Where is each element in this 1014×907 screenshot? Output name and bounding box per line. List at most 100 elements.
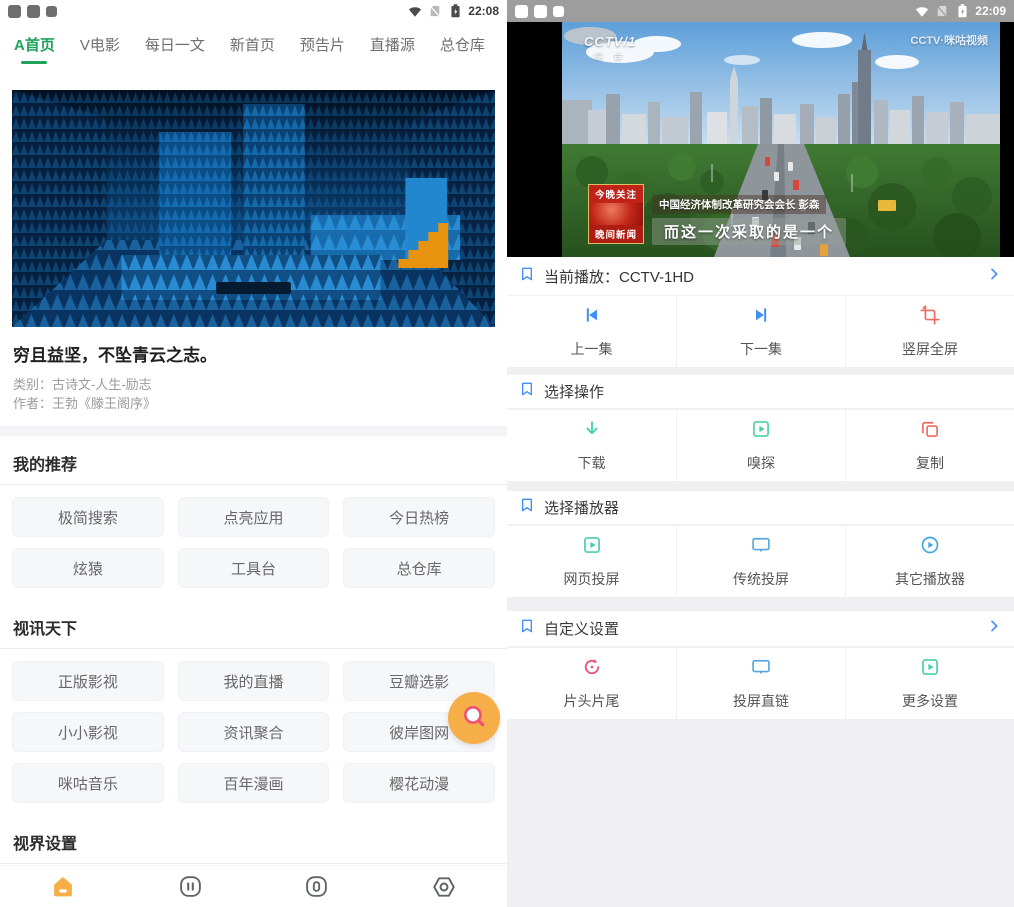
next-episode-button[interactable]: 下一集	[676, 296, 845, 367]
hero-image[interactable]	[12, 90, 495, 327]
article-author: 作者：王勃《滕王阁序》	[13, 394, 494, 413]
sniff-button[interactable]: 嗅探	[676, 410, 845, 481]
now-playing-row[interactable]: 当前播放：CCTV-1HD	[507, 257, 1014, 295]
shortcut-button[interactable]: 工具台	[178, 548, 330, 588]
article-title: 穷且益坚，不坠青云之志。	[0, 341, 507, 366]
home-icon[interactable]	[50, 874, 76, 900]
shortcut-button[interactable]: 炫猿	[12, 548, 164, 588]
section-divider	[0, 426, 507, 436]
notification-app-icon	[27, 5, 40, 18]
clock-text: 22:09	[975, 4, 1006, 18]
previous-episode-button[interactable]: 上一集	[507, 296, 676, 367]
section-video-world: 视讯天下 正版影视 我的直播 豆瓣选影 小小影视 资讯聚合 彼岸图网 咪咕音乐 …	[0, 600, 507, 815]
traditional-cast-button[interactable]: 传统投屏	[676, 526, 845, 597]
chevron-right-icon	[986, 618, 1002, 639]
settings-row: 片头片尾 投屏直链 更多设置	[507, 647, 1014, 719]
section-header-choose-player: 选择播放器	[507, 491, 1014, 525]
right-phone: 22:09	[507, 0, 1014, 907]
tab-live-sources[interactable]: 直播源	[370, 34, 415, 55]
bookmark-icon	[519, 618, 535, 639]
no-sim-icon	[935, 4, 949, 18]
play-square-icon	[582, 535, 602, 560]
bookmark-icon	[519, 266, 535, 287]
article-meta: 类别：古诗文-人生-励志 作者：王勃《滕王阁序》	[0, 375, 507, 413]
tab-v-movie[interactable]: V电影	[80, 34, 120, 55]
notification-app-icon	[8, 5, 21, 18]
section-header-choose-action: 选择操作	[507, 375, 1014, 409]
shortcut-button[interactable]: 资讯聚合	[178, 712, 330, 752]
tab-a-home[interactable]: A首页	[14, 34, 55, 55]
skip-previous-icon	[582, 305, 602, 330]
chevron-right-icon	[986, 266, 1002, 287]
badge-bottom-text: 晚间新闻	[589, 225, 643, 243]
article-category: 类别：古诗文-人生-励志	[13, 375, 494, 394]
pause-squircle-icon[interactable]	[177, 874, 203, 900]
player-row: 网页投屏 传统投屏 其它播放器	[507, 525, 1014, 597]
now-playing-text: 当前播放：CCTV-1HD	[544, 266, 694, 287]
button-grid: 正版影视 我的直播 豆瓣选影 小小影视 资讯聚合 彼岸图网 咪咕音乐 百年漫画 …	[0, 649, 507, 815]
anechoic-chamber-illustration	[12, 90, 495, 327]
play-square-icon	[751, 419, 771, 444]
news-caption: 中国经济体制改革研究会会长 彭森	[652, 195, 826, 214]
news-badge: 今晚关注 晚间新闻	[588, 184, 644, 244]
notification-app-icon	[46, 6, 57, 17]
shortcut-button[interactable]: 总仓库	[343, 548, 495, 588]
notification-app-icon	[515, 5, 528, 18]
shortcut-button[interactable]: 百年漫画	[178, 763, 330, 803]
section-title: 我的推荐	[0, 436, 507, 484]
section-title: 视界设置	[0, 815, 507, 863]
left-status-bar: 22:08	[0, 0, 507, 22]
notification-app-icon	[534, 5, 547, 18]
shortcut-button[interactable]: 樱花动漫	[343, 763, 495, 803]
wifi-icon	[915, 4, 929, 18]
section-header-custom-settings[interactable]: 自定义设置	[507, 611, 1014, 647]
screen-cast-icon	[751, 535, 771, 560]
copy-button[interactable]: 复制	[845, 410, 1014, 481]
other-player-button[interactable]: 其它播放器	[845, 526, 1014, 597]
screenshot-stage: 22:08 A首页 V电影 每日一文 新首页 预告片 直播源 总仓库	[0, 0, 1014, 907]
shortcut-button[interactable]: 点亮应用	[178, 497, 330, 537]
video-player[interactable]: CCTV/1 综 合 CCTV·咪咕视频 今晚关注 晚间新闻 中国经济体制改革研…	[507, 22, 1014, 257]
intro-outro-button[interactable]: 片头片尾	[507, 648, 676, 719]
tab-bar: A首页 V电影 每日一文 新首页 预告片 直播源 总仓库	[0, 22, 507, 66]
shortcut-button[interactable]: 正版影视	[12, 661, 164, 701]
tab-new-home[interactable]: 新首页	[230, 34, 275, 55]
section-title: 视讯天下	[0, 600, 507, 648]
shortcut-button[interactable]: 我的直播	[178, 661, 330, 701]
search-icon	[461, 703, 487, 734]
portrait-fullscreen-button[interactable]: 竖屏全屏	[845, 296, 1014, 367]
shortcut-button[interactable]: 极简搜索	[12, 497, 164, 537]
more-settings-button[interactable]: 更多设置	[845, 648, 1014, 719]
copy-icon	[920, 419, 940, 444]
bookmark-icon	[519, 497, 535, 518]
notification-app-icon	[553, 6, 564, 17]
bottom-nav	[0, 865, 507, 907]
badge-top-text: 今晚关注	[589, 185, 643, 203]
cast-link-button[interactable]: 投屏直链	[676, 648, 845, 719]
channel-logo: CCTV/1 综 合	[584, 34, 636, 62]
tab-main-warehouse[interactable]: 总仓库	[440, 34, 485, 55]
news-subtitle: 而这一次采取的是一个	[652, 218, 846, 245]
shortcut-button[interactable]: 今日热榜	[343, 497, 495, 537]
search-fab[interactable]	[448, 692, 500, 744]
replay-icon	[582, 657, 602, 682]
action-row: 下载 嗅探 复制	[507, 409, 1014, 481]
video-frame: CCTV/1 综 合 CCTV·咪咕视频 今晚关注 晚间新闻 中国经济体制改革研…	[562, 22, 1000, 257]
shortcut-button[interactable]: 咪咕音乐	[12, 763, 164, 803]
tab-daily-article[interactable]: 每日一文	[145, 34, 205, 55]
screen-cast-icon	[751, 657, 771, 682]
shortcut-button[interactable]: 小小影视	[12, 712, 164, 752]
settings-hexagon-icon[interactable]	[431, 874, 457, 900]
bookmark-icon	[519, 381, 535, 402]
zero-squircle-icon[interactable]	[304, 874, 330, 900]
battery-icon	[955, 4, 969, 18]
no-sim-icon	[428, 4, 442, 18]
watermark: CCTV·咪咕视频	[910, 32, 988, 48]
section-my-recommend: 我的推荐 极简搜索 点亮应用 今日热榜 炫猿 工具台 总仓库	[0, 436, 507, 600]
tab-trailers[interactable]: 预告片	[300, 34, 345, 55]
web-cast-button[interactable]: 网页投屏	[507, 526, 676, 597]
play-square-icon	[920, 657, 940, 682]
wifi-icon	[408, 4, 422, 18]
download-button[interactable]: 下载	[507, 410, 676, 481]
play-circle-icon	[920, 535, 940, 560]
